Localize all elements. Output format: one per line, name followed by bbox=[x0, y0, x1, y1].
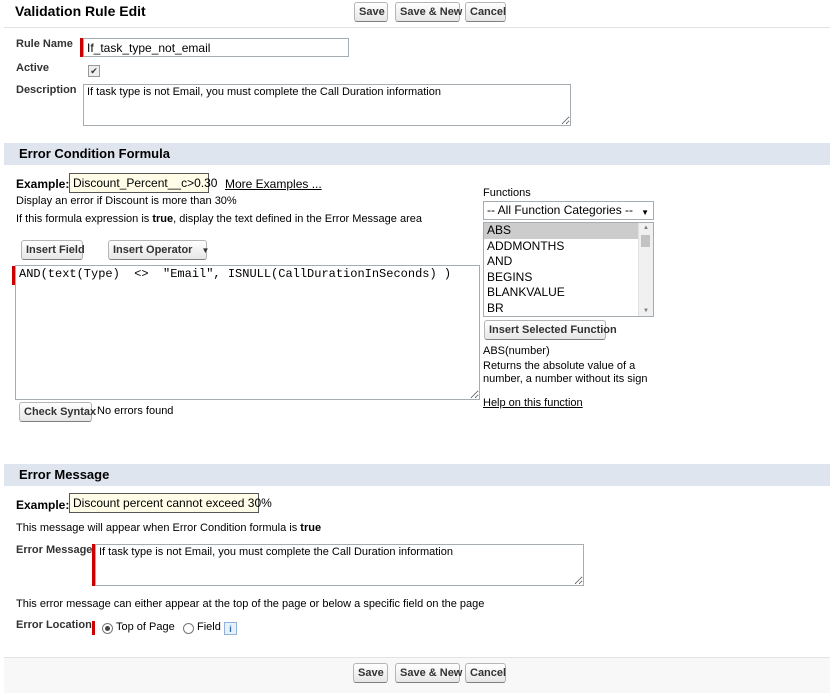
info-icon[interactable]: i bbox=[224, 622, 237, 635]
header-divider bbox=[4, 27, 830, 28]
formula-example-value: Discount_Percent__c>0.30 bbox=[69, 173, 217, 193]
check-syntax-button[interactable]: Check Syntax bbox=[19, 402, 96, 422]
function-list-scrollbar[interactable]: ▲ ▼ bbox=[638, 223, 653, 316]
formula-hint-post: , display the text defined in the Error … bbox=[173, 213, 422, 225]
save-button-top[interactable]: Save bbox=[354, 2, 388, 22]
function-category-select[interactable]: -- All Function Categories -- ▼ bbox=[483, 201, 654, 220]
error-message-section-title: Error Message bbox=[19, 467, 110, 482]
function-help-link[interactable]: Help on this function bbox=[483, 397, 583, 409]
cancel-button-bottom[interactable]: Cancel bbox=[465, 663, 506, 683]
field-label[interactable]: Field bbox=[197, 621, 221, 633]
function-item-abs[interactable]: ABS bbox=[484, 223, 653, 239]
formula-section-title: Error Condition Formula bbox=[19, 146, 170, 161]
function-list[interactable]: ABS ADDMONTHS AND BEGINS BLANKVALUE BR ▲… bbox=[483, 222, 654, 317]
scroll-down-icon[interactable]: ▼ bbox=[639, 306, 653, 316]
formula-editor[interactable]: AND(text(Type) <> "Email", ISNULL(CallDu… bbox=[15, 265, 480, 400]
function-signature: ABS(number) bbox=[483, 345, 550, 357]
function-item-and[interactable]: AND bbox=[484, 254, 653, 270]
formula-hint: If this formula expression is true, disp… bbox=[16, 213, 422, 225]
error-message-label: Error Message bbox=[16, 544, 93, 556]
cancel-button-top[interactable]: Cancel bbox=[465, 2, 506, 22]
formula-hint-bold: true bbox=[152, 213, 174, 225]
chevron-down-icon: ▼ bbox=[201, 246, 210, 255]
error-message-note-bold: true bbox=[300, 522, 322, 534]
insert-operator-button[interactable]: Insert Operator ▼ bbox=[108, 240, 210, 260]
error-location-label: Error Location bbox=[16, 619, 92, 631]
save-new-button-bottom[interactable]: Save & New bbox=[395, 663, 462, 683]
formula-section-header: Error Condition Formula bbox=[4, 143, 830, 165]
description-label: Description bbox=[16, 84, 77, 96]
error-message-textarea[interactable]: If task type is not Email, you must comp… bbox=[95, 544, 584, 586]
error-message-section-header: Error Message bbox=[4, 464, 830, 486]
insert-operator-label: Insert Operator bbox=[113, 244, 193, 256]
rule-name-label: Rule Name bbox=[16, 38, 73, 50]
field-radio[interactable] bbox=[183, 623, 194, 634]
function-item-br[interactable]: BR bbox=[484, 301, 653, 316]
error-location-required-indicator bbox=[92, 621, 95, 635]
chevron-down-icon: ▼ bbox=[641, 208, 649, 217]
insert-field-button[interactable]: Insert Field bbox=[21, 240, 85, 260]
function-category-value: -- All Function Categories -- bbox=[487, 203, 634, 217]
error-message-note-pre: This message will appear when Error Cond… bbox=[16, 522, 301, 534]
functions-label: Functions bbox=[483, 187, 531, 199]
insert-selected-function-button[interactable]: Insert Selected Function bbox=[484, 320, 617, 340]
function-item-begins[interactable]: BEGINS bbox=[484, 270, 653, 286]
active-checkbox[interactable]: ✔ bbox=[88, 65, 100, 77]
scroll-up-icon[interactable]: ▲ bbox=[639, 223, 653, 233]
formula-hint-pre: If this formula expression is bbox=[16, 213, 153, 225]
function-description-line-2: number, a number without its sign bbox=[483, 373, 648, 385]
syntax-status: No errors found bbox=[97, 405, 174, 417]
save-button-bottom[interactable]: Save bbox=[353, 663, 388, 683]
rule-name-input[interactable] bbox=[83, 38, 349, 57]
error-message-note: This message will appear when Error Cond… bbox=[16, 522, 321, 534]
top-of-page-radio[interactable] bbox=[102, 623, 113, 634]
function-description-line-1: Returns the absolute value of a bbox=[483, 360, 636, 372]
save-new-button-top[interactable]: Save & New bbox=[395, 2, 462, 22]
description-textarea[interactable]: If task type is not Email, you must comp… bbox=[83, 84, 571, 126]
error-example-label: Example: bbox=[16, 498, 70, 512]
error-location-note: This error message can either appear at … bbox=[16, 598, 485, 610]
scrollbar-thumb[interactable] bbox=[641, 235, 650, 247]
formula-example-description: Display an error if Discount is more tha… bbox=[16, 195, 237, 207]
error-example-value: Discount percent cannot exceed 30% bbox=[69, 493, 272, 513]
formula-example-label: Example: bbox=[16, 177, 70, 191]
page-title: Validation Rule Edit bbox=[15, 3, 146, 19]
active-label: Active bbox=[16, 62, 50, 74]
function-item-addmonths[interactable]: ADDMONTHS bbox=[484, 239, 653, 255]
function-item-blankvalue[interactable]: BLANKVALUE bbox=[484, 285, 653, 301]
more-examples-link[interactable]: More Examples ... bbox=[225, 177, 322, 191]
top-of-page-label[interactable]: Top of Page bbox=[116, 621, 175, 633]
